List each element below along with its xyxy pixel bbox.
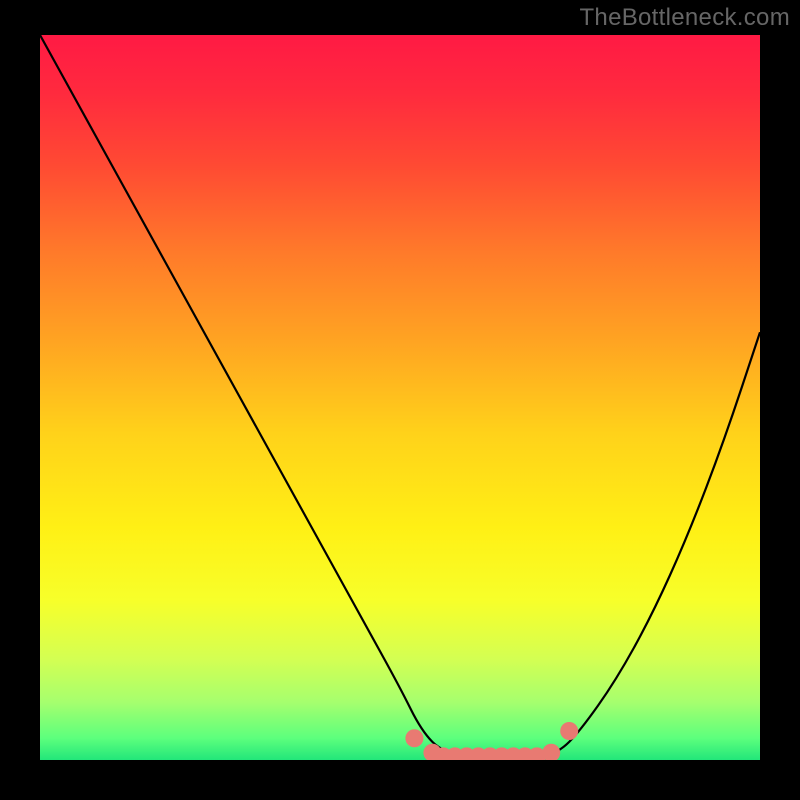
chart-frame: TheBottleneck.com <box>0 0 800 800</box>
plot-area <box>40 35 760 760</box>
watermark-text: TheBottleneck.com <box>579 4 790 32</box>
curve-layer <box>40 35 760 760</box>
bottleneck-curve <box>40 35 760 760</box>
